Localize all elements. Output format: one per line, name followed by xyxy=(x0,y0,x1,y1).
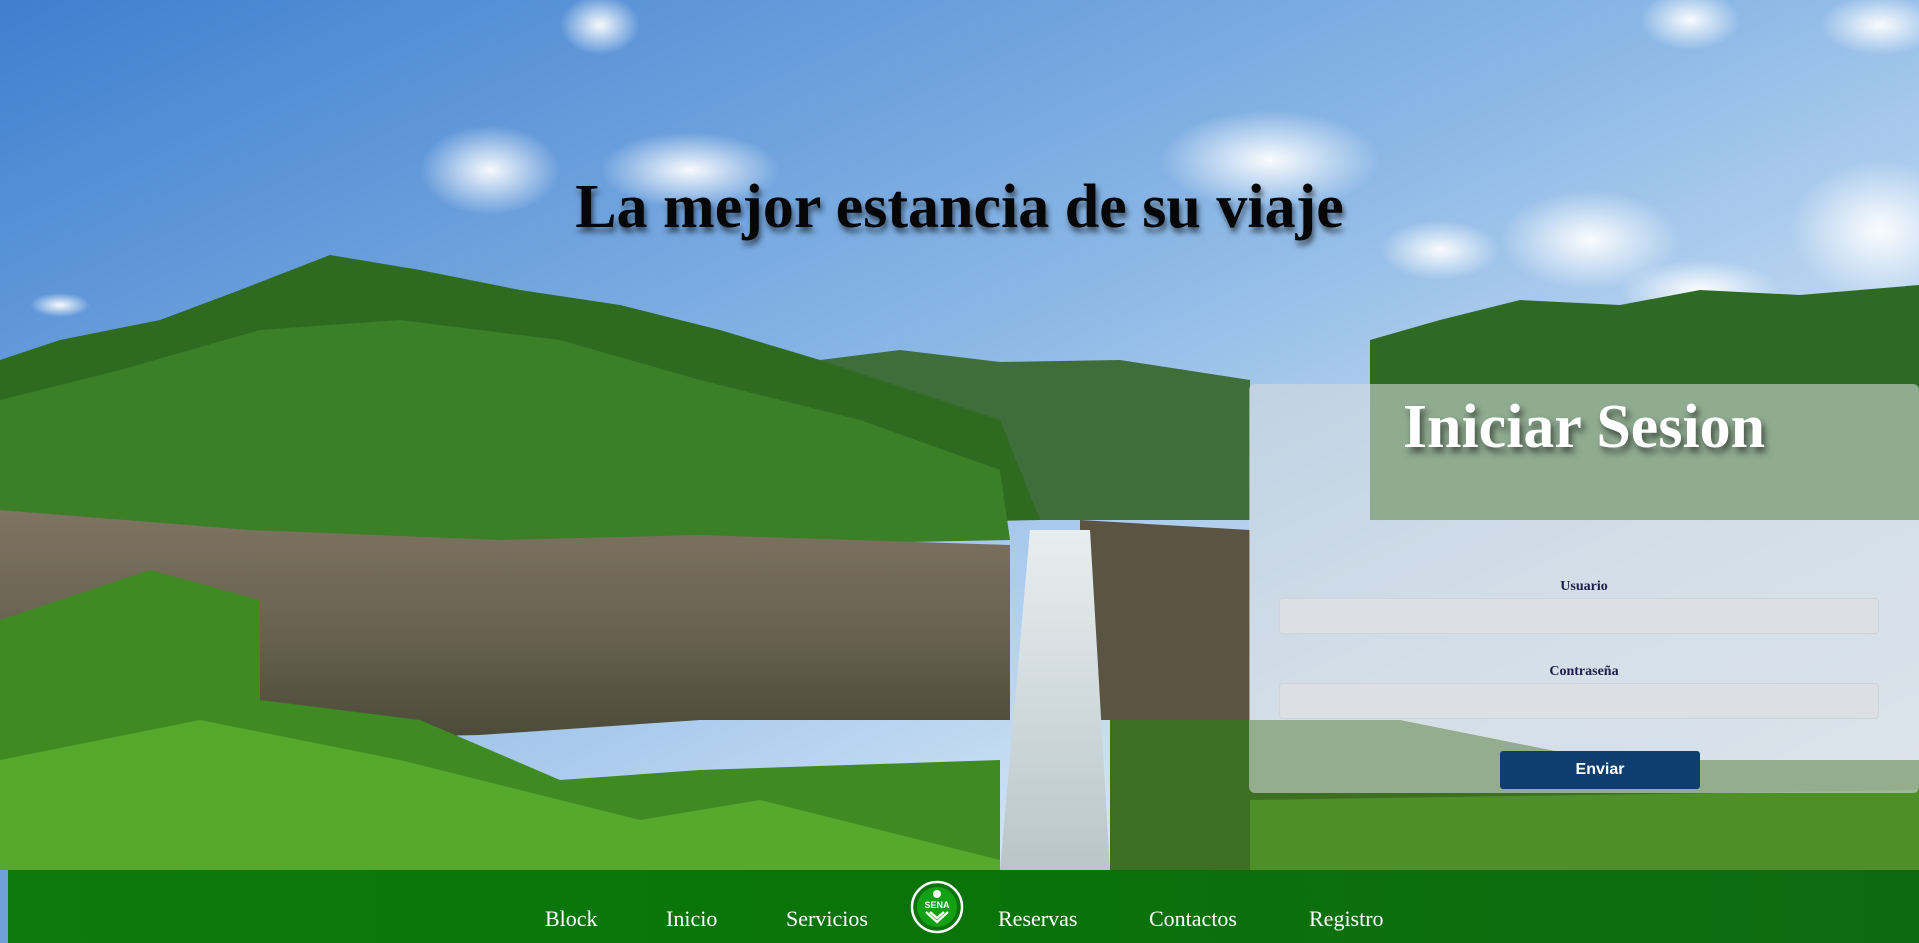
login-title: Iniciar Sesion xyxy=(1402,393,1766,461)
nav-link-servicios[interactable]: Servicios xyxy=(786,906,868,932)
submit-button[interactable]: Enviar xyxy=(1500,751,1700,789)
login-panel: Iniciar Sesion Usuario Contraseña Enviar xyxy=(1249,384,1919,793)
nav-link-reservas[interactable]: Reservas xyxy=(998,906,1077,932)
bottom-navbar: Block Inicio Servicios SENA Reservas Con… xyxy=(8,870,1919,943)
password-label: Contraseña xyxy=(1549,664,1619,679)
password-input[interactable] xyxy=(1279,683,1879,719)
page: La mejor estancia de su viaje Iniciar Se… xyxy=(0,0,1919,943)
sena-logo-text: SENA xyxy=(924,900,950,910)
nav-link-block[interactable]: Block xyxy=(545,906,598,932)
nav-link-contactos[interactable]: Contactos xyxy=(1149,906,1237,932)
hero-headline: La mejor estancia de su viaje xyxy=(575,173,1344,241)
sena-logo-icon[interactable]: SENA xyxy=(910,880,964,934)
username-label: Usuario xyxy=(1560,579,1608,594)
nav-link-registro[interactable]: Registro xyxy=(1309,906,1384,932)
nav-link-inicio[interactable]: Inicio xyxy=(666,906,717,932)
username-input[interactable] xyxy=(1279,598,1879,634)
